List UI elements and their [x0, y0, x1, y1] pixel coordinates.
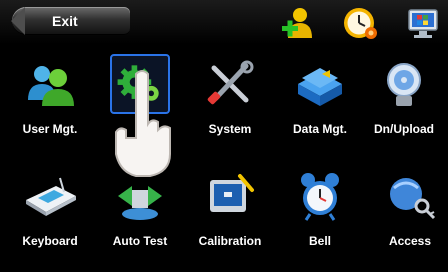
- menu-item-access[interactable]: Access: [366, 160, 448, 272]
- menu-item-label: System: [208, 122, 252, 136]
- menu-item-label: Data Mgt.: [293, 122, 347, 136]
- menu-item-label: Auto Test: [112, 234, 168, 248]
- pointing-hand-icon: [115, 70, 171, 177]
- menu-item-bell[interactable]: Bell: [276, 160, 364, 272]
- exit-button[interactable]: Exit: [11, 7, 130, 35]
- menu-item-data-mgt[interactable]: Data Mgt.: [276, 48, 364, 160]
- add-user-icon[interactable]: [278, 4, 316, 42]
- menu-item-dn-upload[interactable]: Dn/Upload: [360, 48, 448, 160]
- usb-disc-icon: [387, 63, 421, 106]
- menu-item-system[interactable]: System: [186, 48, 274, 160]
- menu-item-label: Calibration: [198, 234, 262, 248]
- menu-item-user-mgt[interactable]: User Mgt.: [6, 48, 94, 160]
- menu-item-label: User Mgt.: [22, 122, 78, 136]
- menu-item-label: Access: [388, 234, 432, 248]
- keyboard-icon: [26, 177, 76, 216]
- windows-pc-icon[interactable]: [404, 4, 442, 42]
- clock-icon[interactable]: [341, 4, 379, 42]
- back-arrow-icon: [11, 7, 25, 35]
- menu-item-label: Keyboard: [22, 234, 78, 248]
- alarm-bell-icon: [301, 173, 339, 221]
- access-keys-icon: [390, 178, 436, 220]
- tools-icon: [207, 60, 254, 105]
- menu-item-label: Dn/Upload: [374, 122, 434, 136]
- users-icon: [28, 66, 74, 106]
- calibration-icon: [210, 174, 254, 212]
- top-bar: Exit: [0, 0, 448, 44]
- exit-label: Exit: [52, 13, 78, 29]
- menu-item-label: Bell: [308, 234, 331, 248]
- database-icon: [298, 68, 342, 106]
- menu-item-calibration[interactable]: Calibration: [186, 160, 274, 272]
- menu-item-keyboard[interactable]: Keyboard: [6, 160, 94, 272]
